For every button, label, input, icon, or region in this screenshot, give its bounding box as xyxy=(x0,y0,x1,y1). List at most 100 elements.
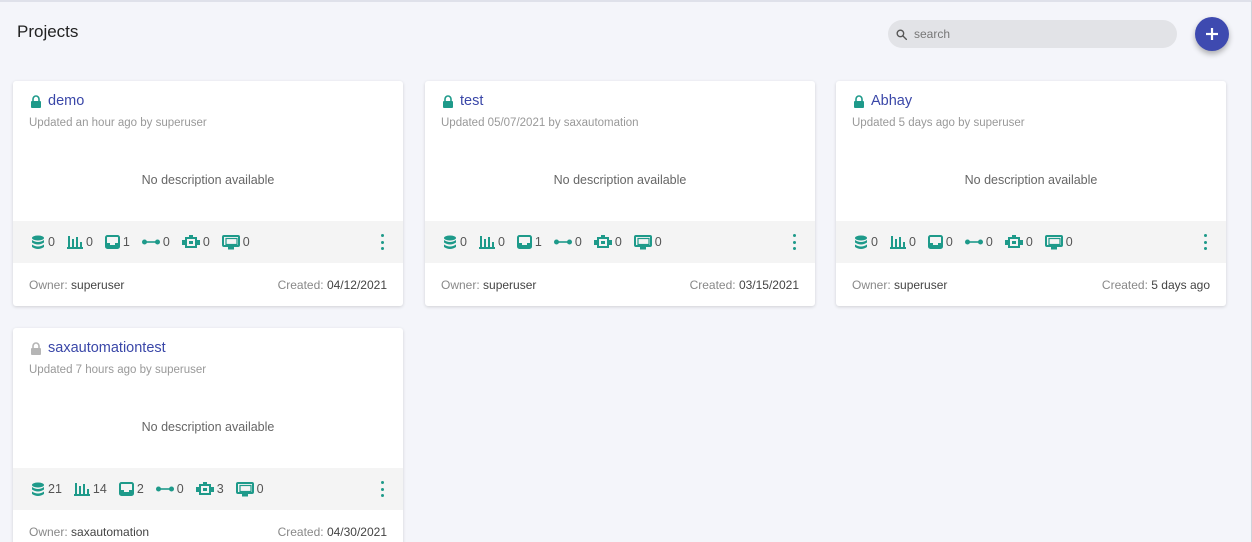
lock-icon xyxy=(31,94,41,108)
project-name-link[interactable]: saxautomationtest xyxy=(48,340,166,356)
stats-bar: 0 0 0 0 0 0 xyxy=(836,221,1226,263)
stat-datasets[interactable]: 0 xyxy=(854,235,878,250)
stat-value: 0 xyxy=(871,235,878,249)
stat-value: 1 xyxy=(534,235,542,249)
stat-inbox[interactable]: 1 xyxy=(516,235,542,249)
project-name-link[interactable]: demo xyxy=(48,93,84,109)
monitor-icon xyxy=(235,481,254,496)
monitor-icon xyxy=(633,234,652,249)
inbox-icon xyxy=(516,235,532,249)
stat-value: 2 xyxy=(136,482,144,496)
database-icon xyxy=(32,482,44,496)
more-options-button[interactable] xyxy=(1201,234,1209,250)
stat-charts[interactable]: 14 xyxy=(73,482,107,496)
created-info: Created: 5 days ago xyxy=(1101,277,1210,292)
more-options-button[interactable] xyxy=(378,234,386,250)
search-box[interactable] xyxy=(888,20,1177,48)
stat-value: 0 xyxy=(256,482,264,496)
unlocked-lock-icon xyxy=(31,341,41,355)
created-info: Created: 04/30/2021 xyxy=(277,524,387,539)
database-icon xyxy=(855,235,867,249)
project-card: test Updated 05/07/2021 by saxautomation… xyxy=(425,81,815,306)
stat-value: 0 xyxy=(614,235,622,249)
page-title: Projects xyxy=(17,22,79,41)
description-text: No description available xyxy=(141,173,275,187)
stat-value: 0 xyxy=(48,235,55,249)
stat-value: 0 xyxy=(242,235,250,249)
engine-icon xyxy=(593,235,612,248)
stat-engines[interactable]: 0 xyxy=(1004,235,1033,249)
stat-value: 0 xyxy=(574,235,582,249)
stat-charts[interactable]: 0 xyxy=(478,235,505,249)
stats-bar: 21 14 2 0 3 0 xyxy=(13,468,403,510)
updated-text: Updated 05/07/2021 by saxautomation xyxy=(441,117,639,129)
stat-datasets[interactable]: 0 xyxy=(443,235,467,250)
stat-pipelines[interactable]: 0 xyxy=(155,482,184,496)
stat-pipelines[interactable]: 0 xyxy=(964,235,993,249)
stat-pipelines[interactable]: 0 xyxy=(141,235,170,249)
updated-text: Updated 5 days ago by superuser xyxy=(852,117,1025,129)
engine-icon xyxy=(195,482,214,495)
stat-dashboards[interactable]: 0 xyxy=(1044,234,1073,250)
project-name-link[interactable]: Abhay xyxy=(871,93,912,109)
stat-datasets[interactable]: 0 xyxy=(31,235,55,250)
created-info: Created: 03/15/2021 xyxy=(689,277,799,292)
stat-charts[interactable]: 0 xyxy=(66,235,93,249)
stat-inbox[interactable]: 0 xyxy=(927,235,953,249)
stat-inbox[interactable]: 1 xyxy=(104,235,130,249)
bar-chart-icon xyxy=(73,483,90,496)
pipeline-icon xyxy=(553,239,572,245)
inbox-icon xyxy=(118,482,134,496)
description-text: No description available xyxy=(964,173,1098,187)
stat-value: 0 xyxy=(908,235,916,249)
stat-dashboards[interactable]: 0 xyxy=(221,234,250,250)
monitor-icon xyxy=(1044,234,1063,249)
stat-charts[interactable]: 0 xyxy=(889,235,916,249)
inbox-icon xyxy=(927,235,943,249)
stat-engines[interactable]: 0 xyxy=(593,235,622,249)
stat-value: 0 xyxy=(85,235,93,249)
pipeline-icon xyxy=(155,486,174,492)
stat-value: 0 xyxy=(460,235,467,249)
search-input[interactable] xyxy=(914,27,1154,41)
stat-value: 0 xyxy=(497,235,505,249)
stat-value: 0 xyxy=(162,235,170,249)
project-name-link[interactable]: test xyxy=(460,93,483,109)
stat-value: 0 xyxy=(985,235,993,249)
bar-chart-icon xyxy=(478,236,495,249)
pipeline-icon xyxy=(964,239,983,245)
stat-datasets[interactable]: 21 xyxy=(31,482,62,497)
project-card: demo Updated an hour ago by superuser No… xyxy=(13,81,403,306)
stats-bar: 0 0 1 0 0 0 xyxy=(425,221,815,263)
more-options-button[interactable] xyxy=(790,234,798,250)
stat-value: 0 xyxy=(1025,235,1033,249)
stat-value: 0 xyxy=(176,482,184,496)
owner-info: Owner: superuser xyxy=(29,277,125,292)
owner-info: Owner: superuser xyxy=(441,277,537,292)
project-card: saxautomationtest Updated 7 hours ago by… xyxy=(13,328,403,542)
more-options-button[interactable] xyxy=(378,481,386,497)
stat-value: 14 xyxy=(92,482,107,496)
description-text: No description available xyxy=(141,420,275,434)
database-icon xyxy=(32,235,44,249)
owner-info: Owner: superuser xyxy=(852,277,948,292)
stat-value: 0 xyxy=(1065,235,1073,249)
stat-engines[interactable]: 0 xyxy=(181,235,210,249)
add-project-button[interactable] xyxy=(1195,17,1229,51)
owner-info: Owner: saxautomation xyxy=(29,524,150,539)
search-icon xyxy=(896,28,908,40)
stat-value: 0 xyxy=(202,235,210,249)
stat-pipelines[interactable]: 0 xyxy=(553,235,582,249)
stat-value: 3 xyxy=(216,482,224,496)
stat-dashboards[interactable]: 0 xyxy=(235,481,264,497)
bar-chart-icon xyxy=(889,236,906,249)
stat-dashboards[interactable]: 0 xyxy=(633,234,662,250)
stat-engines[interactable]: 3 xyxy=(195,482,224,496)
engine-icon xyxy=(1004,235,1023,248)
engine-icon xyxy=(181,235,200,248)
updated-text: Updated an hour ago by superuser xyxy=(29,117,207,129)
pipeline-icon xyxy=(141,239,160,245)
monitor-icon xyxy=(221,234,240,249)
stat-inbox[interactable]: 2 xyxy=(118,482,144,496)
lock-icon xyxy=(443,94,453,108)
